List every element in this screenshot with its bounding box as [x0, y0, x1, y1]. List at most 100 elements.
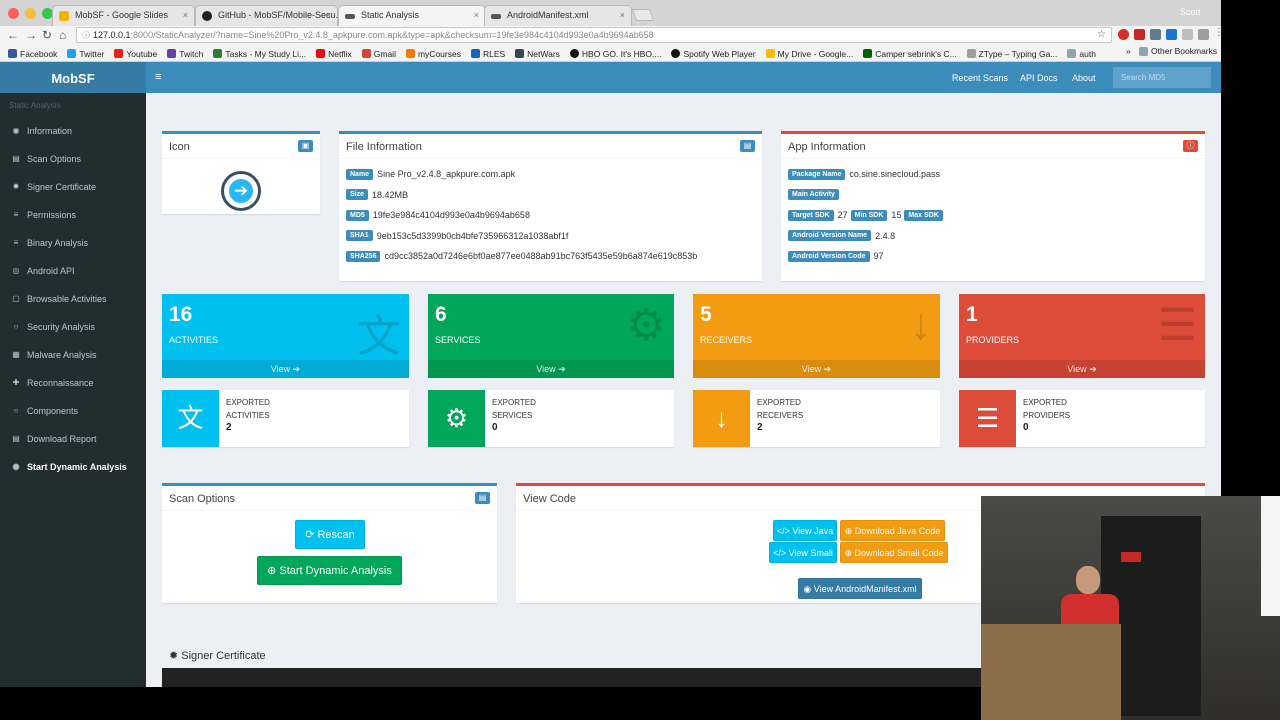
- rescan-button[interactable]: ⟳ Rescan: [295, 520, 365, 549]
- box-title: Icon: [169, 141, 190, 153]
- sidebar-item-components[interactable]: ○ Components: [0, 397, 146, 425]
- exported-line2: PROVIDERS: [1023, 411, 1071, 420]
- language-icon: 文: [162, 390, 219, 447]
- sidebar-item-scan-options[interactable]: ▤ Scan Options: [0, 145, 146, 173]
- tasks-icon: [213, 49, 223, 58]
- close-tab-icon[interactable]: ×: [183, 10, 188, 20]
- sidebar-item-browsable-activities[interactable]: ▢ Browsable Activities: [0, 285, 146, 313]
- box-header: Icon ▣: [162, 134, 320, 159]
- twitter-icon: [67, 49, 77, 58]
- sidebar-item-permissions[interactable]: ≡ Permissions: [0, 201, 146, 229]
- address-bar[interactable]: ⓘ 127.0.0.1:8000/StaticAnalyzer/?name=Si…: [76, 27, 1112, 43]
- back-icon[interactable]: ←: [7, 28, 19, 42]
- bookmark-label: ZType – Typing Ga...: [978, 48, 1058, 59]
- bookmark-netflix[interactable]: Netflix: [316, 46, 352, 61]
- value: cd9cc3852a0d7246e6bf0ae877ee0488ab91bc76…: [384, 251, 698, 262]
- sidebar: MobSF Static Analysis ◉ Information ▤ Scan …: [0, 62, 146, 687]
- receivers-count: 5: [700, 303, 712, 326]
- sidebar-item-malware-analysis[interactable]: ▦ Malware Analysis: [0, 341, 146, 369]
- bookmark-facebook[interactable]: Facebook: [8, 46, 57, 61]
- new-tab-button[interactable]: [631, 9, 655, 21]
- sidebar-item-start-dynamic-analysis[interactable]: ◉ Start Dynamic Analysis: [0, 453, 146, 481]
- sidebar-item-icon: ▤: [12, 434, 20, 443]
- browser-tab-github[interactable]: GitHub - MobSF/Mobile-Secu... ×: [195, 5, 338, 26]
- minimize-window-button[interactable]: [25, 8, 36, 19]
- bookmark-rles[interactable]: RLES: [470, 46, 505, 61]
- bookmark-mycourses[interactable]: myCourses: [405, 46, 461, 61]
- exported-providers-box: ☰ EXPORTED PROVIDERS 0: [959, 390, 1205, 447]
- bookmark-ztype[interactable]: ZType – Typing Ga...: [966, 46, 1058, 61]
- bookmark-drive[interactable]: My Drive - Google...: [765, 46, 853, 61]
- extension-icon[interactable]: [1134, 29, 1145, 40]
- extension-icon[interactable]: [1198, 29, 1209, 40]
- bookmark-hbogo[interactable]: HBO GO. It's HBO....: [569, 46, 661, 61]
- view-providers-link[interactable]: View ➔: [959, 360, 1205, 378]
- nav-api-docs[interactable]: API Docs: [1020, 73, 1058, 83]
- label: Name: [346, 168, 374, 180]
- forward-icon[interactable]: →: [25, 28, 37, 42]
- bookmark-youtube[interactable]: Youtube: [114, 46, 157, 61]
- close-window-button[interactable]: [8, 8, 19, 19]
- sidebar-item-download-report[interactable]: ▤ Download Report: [0, 425, 146, 453]
- bookmarks-overflow[interactable]: »: [1126, 46, 1131, 56]
- view-receivers-link[interactable]: View ➔: [693, 360, 940, 378]
- close-tab-icon[interactable]: ×: [326, 10, 331, 20]
- start-dynamic-analysis-button[interactable]: ⊕ Start Dynamic Analysis: [257, 556, 402, 585]
- opera-extension-icon[interactable]: [1118, 29, 1129, 40]
- profile-name[interactable]: Scott: [1180, 7, 1201, 17]
- sidebar-item-information[interactable]: ◉ Information: [0, 117, 146, 145]
- file-icon: ▤: [740, 140, 755, 152]
- browser-tab-static-analysis[interactable]: Static Analysis ×: [338, 5, 486, 26]
- download-smali-button[interactable]: ⊕ Download Smali Code: [840, 542, 948, 563]
- menu-icon[interactable]: ⋮: [1214, 28, 1224, 40]
- services-count: 6: [435, 303, 447, 326]
- value: 2.4.8: [875, 230, 896, 241]
- view-services-link[interactable]: View ➔: [428, 360, 674, 378]
- sidebar-item-android-api[interactable]: ◎ Android API: [0, 257, 146, 285]
- extension-icon[interactable]: [1182, 29, 1193, 40]
- bookmark-auth[interactable]: auth: [1067, 46, 1096, 61]
- extension-icon[interactable]: [1150, 29, 1161, 40]
- close-tab-icon[interactable]: ×: [620, 10, 625, 20]
- close-tab-icon[interactable]: ×: [474, 10, 479, 20]
- bookmark-twitter[interactable]: Twitter: [67, 46, 104, 61]
- reload-icon[interactable]: ↻: [42, 28, 52, 42]
- box-header: Scan Options ▤: [162, 486, 497, 511]
- bookmark-other[interactable]: Other Bookmarks: [1139, 46, 1217, 56]
- bookmark-twitch[interactable]: Twitch: [167, 46, 203, 61]
- view-smali-button[interactable]: </> View Smali: [769, 542, 837, 563]
- sidebar-item-reconnaissance[interactable]: ✚ Reconnaissance: [0, 369, 146, 397]
- version-code-row: Android Version Code 97: [781, 246, 1205, 267]
- download-java-button[interactable]: ⊕ Download Java Code: [840, 520, 945, 541]
- exported-services-count: 0: [492, 422, 498, 433]
- view-manifest-button[interactable]: ◉ View AndroidManifest.xml: [798, 578, 922, 599]
- bookmark-label: Gmail: [373, 48, 396, 59]
- menu-toggle-icon[interactable]: ≡: [155, 71, 161, 83]
- exported-activities-count: 2: [226, 422, 232, 433]
- exported-line2: RECEIVERS: [757, 411, 804, 420]
- sidebar-item-security-analysis[interactable]: ○ Security Analysis: [0, 313, 146, 341]
- search-md5-input[interactable]: Search MD5: [1113, 67, 1211, 88]
- browser-tab-slides[interactable]: MobSF - Google Slides ×: [52, 5, 195, 26]
- view-activities-link[interactable]: View ➔: [162, 360, 409, 378]
- extension-icon[interactable]: [1166, 29, 1177, 40]
- exported-label: EXPORTED RECEIVERS: [757, 396, 837, 422]
- sidebar-item-label: Browsable Activities: [27, 294, 107, 304]
- nav-about[interactable]: About: [1072, 73, 1096, 83]
- logo[interactable]: MobSF: [0, 62, 146, 93]
- sidebar-item-icon: ✹: [12, 182, 20, 191]
- bookmark-tasks[interactable]: Tasks - My Study Li...: [213, 46, 306, 61]
- sidebar-item-signer-certificate[interactable]: ✹ Signer Certificate: [0, 173, 146, 201]
- star-icon[interactable]: ☆: [1097, 29, 1106, 40]
- exported-line2: ACTIVITIES: [226, 411, 270, 420]
- sidebar-item-icon: ◉: [12, 462, 20, 471]
- browser-tab-manifest[interactable]: AndroidManifest.xml ×: [484, 5, 632, 26]
- view-java-button[interactable]: </> View Java: [773, 520, 837, 541]
- home-icon[interactable]: ⌂: [59, 28, 66, 42]
- sidebar-item-binary-analysis[interactable]: ≡ Binary Analysis: [0, 229, 146, 257]
- bookmark-netwars[interactable]: NetWars: [515, 46, 560, 61]
- bookmark-gmail[interactable]: Gmail: [361, 46, 396, 61]
- bookmark-spotify[interactable]: Spotify Web Player: [671, 46, 756, 61]
- bookmark-camper[interactable]: Camper sebrink's C...: [863, 46, 957, 61]
- nav-recent-scans[interactable]: Recent Scans: [952, 73, 1008, 83]
